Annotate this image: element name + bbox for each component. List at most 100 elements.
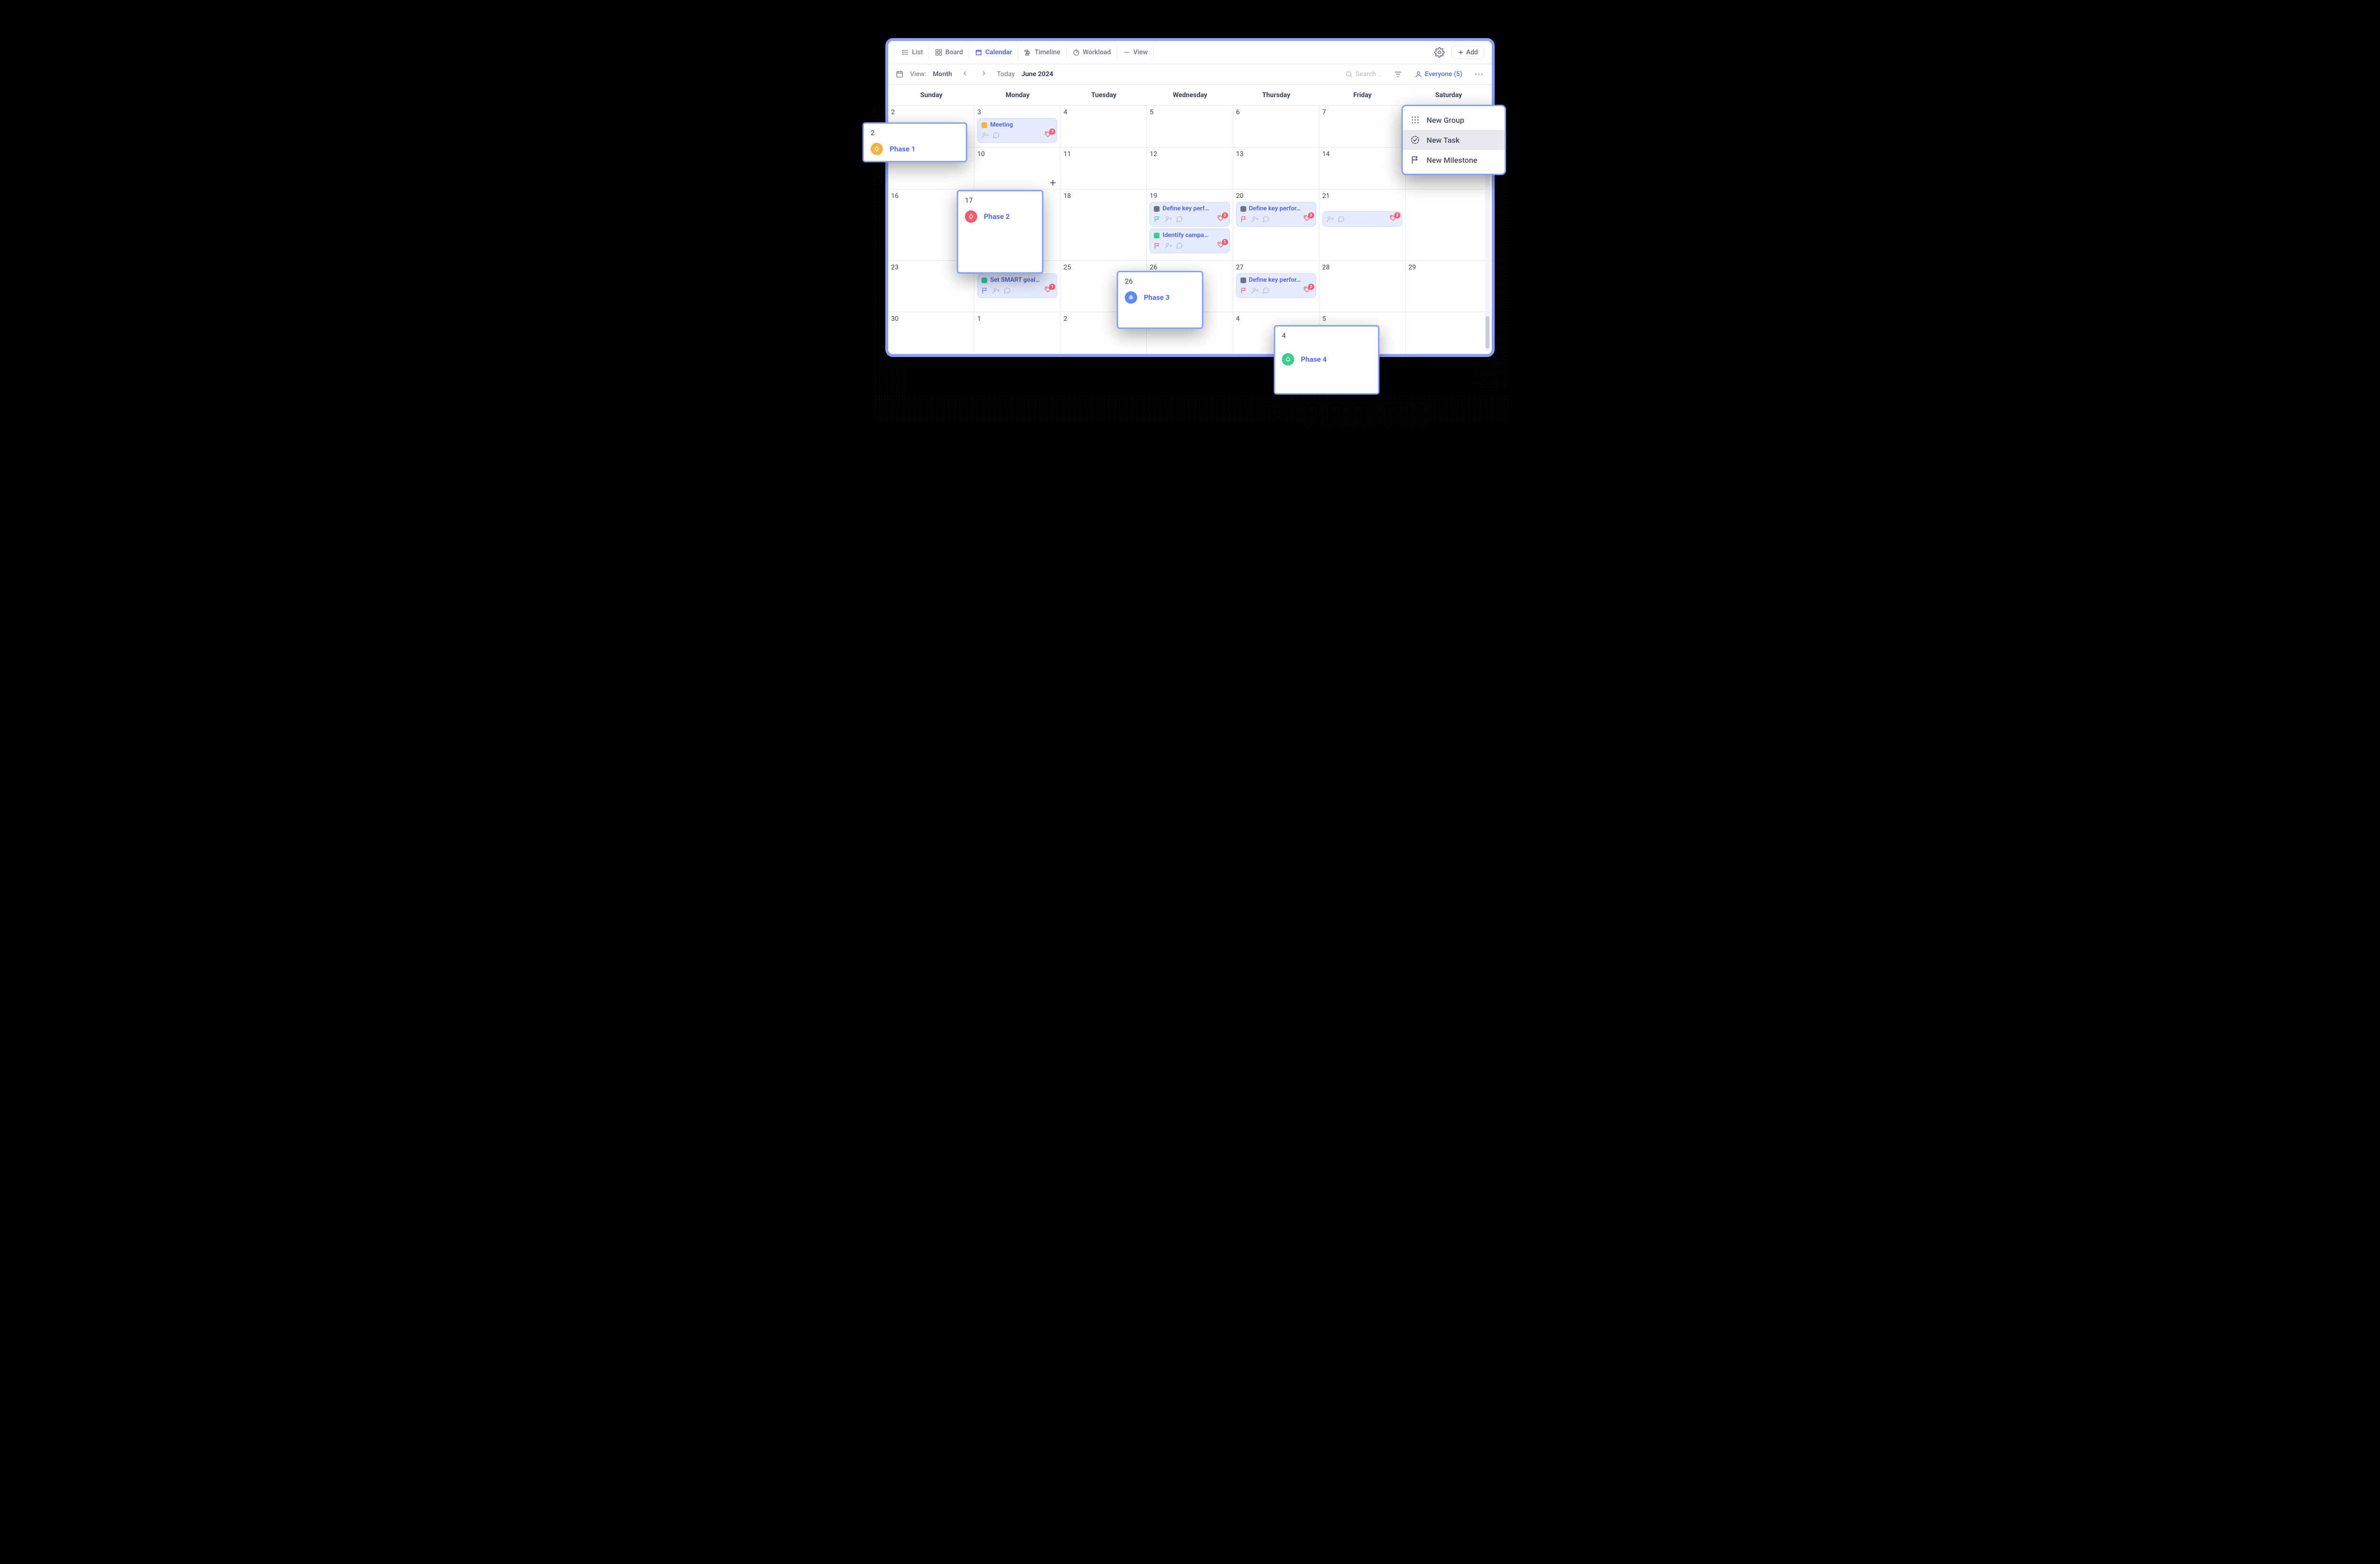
- day-cell[interactable]: 14: [1319, 148, 1406, 189]
- view-type[interactable]: Month: [933, 70, 952, 78]
- day-cell[interactable]: 5: [1147, 106, 1233, 148]
- day-cell[interactable]: 18: [1061, 189, 1147, 261]
- flag-icon[interactable]: [1240, 216, 1248, 223]
- day-cell[interactable]: 10: [974, 148, 1061, 189]
- day-cell[interactable]: 6: [1233, 106, 1319, 148]
- assignee-add-icon[interactable]: [992, 287, 1000, 294]
- tag-icon[interactable]: 3: [1303, 286, 1312, 295]
- task-title: Meeting: [990, 121, 1013, 129]
- calendar-icon: [975, 49, 982, 56]
- day-cell[interactable]: 19 Define key perf… 3 Identify campa…: [1147, 189, 1233, 261]
- tag-icon[interactable]: 1: [1217, 241, 1226, 250]
- day-header: Sunday: [888, 85, 974, 106]
- day-header: Monday: [974, 85, 1061, 106]
- day-cell[interactable]: 3 Meeting 3: [974, 106, 1061, 148]
- menu-label: New Task: [1427, 136, 1459, 145]
- milestone-phase2[interactable]: 17 Phase 2: [957, 190, 1043, 274]
- milestone-phase4[interactable]: 4 Phase 4: [1274, 325, 1379, 395]
- day-cell[interactable]: 27 Define key perfor… 3: [1233, 261, 1319, 312]
- diamond-icon: [965, 210, 977, 223]
- view-label: View:: [910, 70, 926, 78]
- people-filter[interactable]: Everyone (5): [1415, 70, 1462, 78]
- tag-icon[interactable]: 3: [1303, 215, 1312, 223]
- day-cell[interactable]: 13: [1233, 148, 1319, 189]
- day-cell[interactable]: 11: [1061, 148, 1147, 189]
- assignee-add-icon[interactable]: [1251, 287, 1259, 294]
- day-cell[interactable]: 29: [1406, 261, 1492, 312]
- menu-new-milestone[interactable]: New Milestone: [1403, 150, 1505, 170]
- day-cell[interactable]: 28: [1319, 261, 1406, 312]
- flag-icon[interactable]: [982, 287, 989, 294]
- tab-list[interactable]: List: [896, 46, 929, 59]
- tag-icon[interactable]: 3: [1389, 215, 1398, 223]
- day-cell[interactable]: 12: [1147, 148, 1233, 189]
- task-card[interactable]: Meeting 3: [977, 118, 1057, 143]
- milestone-phase3[interactable]: 26 Phase 3: [1117, 271, 1203, 329]
- board-icon: [935, 49, 942, 56]
- settings-icon[interactable]: [1434, 47, 1445, 58]
- tag-icon[interactable]: 3: [1044, 131, 1053, 139]
- comments-icon[interactable]: [1176, 242, 1183, 249]
- task-card[interactable]: Set SMART goal… 1: [977, 273, 1057, 298]
- tab-view[interactable]: View: [1117, 46, 1154, 59]
- view-tabs: List Board Calendar Timeline Workload Vi…: [888, 41, 1492, 64]
- comments-icon[interactable]: [1262, 287, 1269, 294]
- milestone-title: Phase 3: [1144, 293, 1170, 302]
- day-cell[interactable]: 1: [974, 312, 1061, 354]
- prev-month[interactable]: [959, 69, 971, 79]
- search-input[interactable]: Search ..: [1345, 70, 1381, 78]
- tag-icon[interactable]: 1: [1044, 286, 1053, 295]
- tab-timeline[interactable]: Timeline: [1018, 46, 1066, 59]
- task-card[interactable]: Define key perf… 3: [1150, 202, 1230, 227]
- milestone-phase1[interactable]: 2 Phase 1: [863, 122, 967, 162]
- task-swatch: [982, 122, 987, 128]
- tag-icon[interactable]: 3: [1217, 215, 1226, 223]
- minus-icon: [1123, 49, 1130, 56]
- task-card[interactable]: Define key perfor… 3: [1236, 273, 1316, 298]
- today-button[interactable]: Today: [997, 70, 1015, 78]
- add-menu: New Group New Task New Milestone: [1401, 105, 1506, 175]
- flag-icon[interactable]: [1154, 216, 1161, 223]
- tab-calendar[interactable]: Calendar: [969, 46, 1018, 59]
- tab-board[interactable]: Board: [929, 46, 969, 59]
- day-cell[interactable]: [1406, 312, 1492, 354]
- comments-icon[interactable]: [1176, 216, 1183, 223]
- tab-workload[interactable]: Workload: [1067, 46, 1117, 59]
- day-cell[interactable]: 4: [1061, 106, 1147, 148]
- assignee-add-icon[interactable]: [1251, 216, 1259, 223]
- comments-icon[interactable]: [1262, 216, 1269, 223]
- day-cell[interactable]: [1406, 189, 1492, 261]
- add-task-icon[interactable]: [1049, 178, 1057, 187]
- scrollbar-thumb[interactable]: [1486, 316, 1489, 348]
- more-icon[interactable]: [1474, 69, 1484, 79]
- add-button[interactable]: Add: [1451, 46, 1484, 59]
- filter-icon[interactable]: [1394, 70, 1402, 79]
- tag-count: 3: [1308, 284, 1314, 290]
- assignee-add-icon[interactable]: [982, 132, 989, 139]
- menu-new-task[interactable]: New Task: [1403, 130, 1505, 150]
- timeline-icon: [1024, 49, 1031, 56]
- comments-icon[interactable]: [1338, 216, 1345, 223]
- assignee-add-icon[interactable]: [1165, 216, 1172, 223]
- menu-new-group[interactable]: New Group: [1403, 110, 1505, 130]
- task-title: Define key perf…: [1162, 205, 1209, 212]
- diamond-icon: [871, 143, 883, 155]
- flag-icon[interactable]: [1240, 287, 1248, 294]
- task-card[interactable]: Define key perfor… 3: [1236, 202, 1316, 227]
- task-card[interactable]: 3: [1322, 211, 1402, 227]
- comments-icon[interactable]: [1003, 287, 1011, 294]
- assignee-add-icon[interactable]: [1327, 216, 1334, 223]
- tag-count: 1: [1222, 239, 1228, 245]
- menu-label: New Milestone: [1427, 156, 1477, 165]
- comments-icon[interactable]: [992, 132, 1000, 139]
- day-cell[interactable]: 30: [888, 312, 974, 354]
- day-header: Thursday: [1233, 85, 1319, 106]
- day-cell[interactable]: 7: [1319, 106, 1406, 148]
- day-cell[interactable]: 20 Define key perfor… 3: [1233, 189, 1319, 261]
- task-card[interactable]: Identify campa… 1: [1150, 228, 1230, 253]
- assignee-add-icon[interactable]: [1165, 242, 1172, 249]
- day-cell[interactable]: 21 3: [1319, 189, 1406, 261]
- flag-icon[interactable]: [1154, 242, 1161, 249]
- tab-label: View: [1133, 49, 1148, 56]
- next-month[interactable]: [978, 69, 990, 79]
